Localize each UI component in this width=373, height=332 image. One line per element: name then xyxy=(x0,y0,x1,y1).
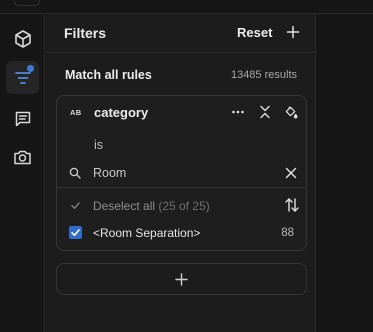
paint-bucket-icon[interactable] xyxy=(284,105,298,119)
deselect-all-text: Deselect all xyxy=(93,199,156,213)
rail-item-views[interactable] xyxy=(6,141,39,174)
more-options-icon[interactable] xyxy=(231,105,245,119)
value-search-input[interactable] xyxy=(93,164,273,182)
match-mode-label[interactable]: Match all rules xyxy=(65,68,152,82)
camera-icon xyxy=(14,150,31,165)
rule-field-name[interactable]: category xyxy=(94,105,148,120)
rule-header: AB category xyxy=(57,96,306,126)
text-type-icon: AB xyxy=(70,108,82,117)
panel-title: Filters xyxy=(64,25,107,41)
list-document-icon xyxy=(15,111,30,126)
plus-icon xyxy=(175,272,188,286)
collapse-icon[interactable] xyxy=(258,105,272,119)
search-icon xyxy=(69,167,81,179)
option-count: 88 xyxy=(281,227,294,239)
right-pane xyxy=(316,14,373,332)
notification-dot xyxy=(27,65,34,72)
tab-stub[interactable] xyxy=(14,0,40,6)
filters-panel: Filters Reset Match all rules 13485 resu… xyxy=(46,14,316,332)
add-filter-icon[interactable] xyxy=(286,25,300,39)
deselect-all-row[interactable]: Deselect all (25 of 25) xyxy=(57,192,306,219)
top-strip xyxy=(0,0,373,14)
filter-rule-card: AB category is Room Deselect all (25 of … xyxy=(56,95,307,251)
add-rule-button[interactable] xyxy=(56,263,307,295)
checkbox-checked-icon[interactable] xyxy=(69,226,82,239)
panel-header: Filters Reset xyxy=(46,14,316,53)
clear-search-icon[interactable] xyxy=(285,167,297,179)
option-label: <Room Separation> xyxy=(93,226,201,240)
value-option-row[interactable]: <Room Separation> 88 xyxy=(57,219,306,246)
deselect-all-check-icon[interactable] xyxy=(69,199,82,212)
rail-item-properties[interactable] xyxy=(6,102,39,135)
rail-item-objects[interactable] xyxy=(6,22,39,55)
results-count: 13485 results xyxy=(230,69,297,81)
cube-icon xyxy=(14,29,31,48)
sort-icon[interactable] xyxy=(284,197,300,213)
deselect-all-label[interactable]: Deselect all (25 of 25) xyxy=(93,199,210,213)
value-search-row xyxy=(57,158,306,188)
deselect-all-count: (25 of 25) xyxy=(158,199,210,213)
rail-item-filters[interactable] xyxy=(6,61,39,94)
rule-operator[interactable]: is xyxy=(94,138,103,152)
side-rail xyxy=(0,14,45,332)
reset-button[interactable]: Reset xyxy=(237,25,272,40)
